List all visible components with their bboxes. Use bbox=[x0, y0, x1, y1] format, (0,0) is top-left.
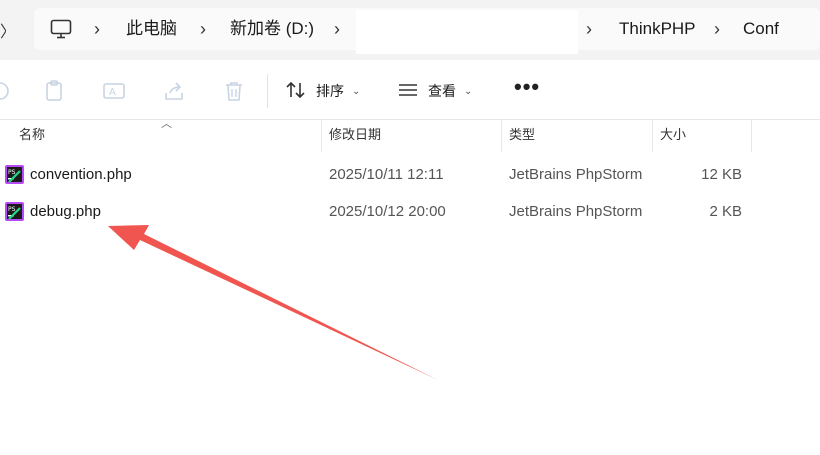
file-name[interactable]: debug.php bbox=[30, 194, 101, 230]
column-divider[interactable] bbox=[321, 120, 322, 152]
share-icon[interactable] bbox=[162, 79, 186, 103]
chevron-right-icon[interactable]: › bbox=[334, 8, 340, 50]
column-header-type[interactable]: 类型 bbox=[509, 120, 535, 152]
column-divider[interactable] bbox=[652, 120, 653, 152]
sort-ascending-icon: ︿ bbox=[161, 118, 172, 130]
paste-icon[interactable] bbox=[42, 79, 66, 103]
svg-text:A: A bbox=[109, 87, 116, 98]
sort-icon bbox=[285, 80, 307, 103]
computer-icon[interactable] bbox=[50, 19, 72, 44]
file-date: 2025/10/12 20:00 bbox=[329, 203, 446, 220]
column-header-name[interactable]: 名称 bbox=[19, 120, 45, 152]
file-size: 12 KB bbox=[701, 166, 742, 183]
column-header-date[interactable]: 修改日期 bbox=[329, 120, 381, 152]
column-header-size[interactable]: 大小 bbox=[660, 120, 686, 152]
file-size: 2 KB bbox=[709, 203, 742, 220]
chevron-right-icon[interactable]: › bbox=[586, 8, 592, 50]
view-list-icon bbox=[397, 81, 419, 102]
chevron-down-icon: ⌄ bbox=[352, 85, 361, 97]
redaction-block bbox=[356, 10, 578, 54]
sort-label: 排序 bbox=[316, 83, 344, 99]
sort-button[interactable]: 排序 ⌄ bbox=[285, 76, 360, 106]
column-divider[interactable] bbox=[751, 120, 752, 152]
command-toolbar: A 排序 ⌄ 查看 ⌄ ••• bbox=[0, 62, 820, 120]
chevron-right-icon[interactable]: › bbox=[200, 8, 206, 50]
chevron-down-icon: ⌄ bbox=[464, 85, 473, 97]
svg-text:PS: PS bbox=[8, 169, 16, 176]
file-date: 2025/10/11 12:11 bbox=[329, 166, 444, 183]
view-button[interactable]: 查看 ⌄ bbox=[397, 76, 472, 106]
file-type: JetBrains PhpStorm bbox=[509, 166, 643, 183]
delete-icon[interactable] bbox=[222, 79, 246, 103]
svg-text:PS: PS bbox=[8, 206, 16, 213]
file-row[interactable]: PS convention.php 2025/10/11 12:11 JetBr… bbox=[0, 157, 820, 193]
chevron-right-icon[interactable]: › bbox=[94, 8, 100, 50]
column-divider[interactable] bbox=[501, 120, 502, 152]
more-options-button[interactable]: ••• bbox=[514, 76, 540, 106]
breadcrumb-thinkphp[interactable]: ThinkPHP bbox=[619, 8, 696, 50]
back-edge-icon: 〉 bbox=[0, 18, 6, 42]
file-row[interactable]: PS debug.php 2025/10/12 20:00 JetBrains … bbox=[0, 194, 820, 230]
address-bar-region: 〉 › 此电脑 › 新加卷 (D:) › › ThinkPHP › Conf bbox=[0, 0, 820, 60]
toolbar-divider bbox=[267, 74, 268, 108]
rename-icon[interactable]: A bbox=[102, 79, 126, 103]
phpstorm-file-icon: PS bbox=[5, 202, 24, 221]
breadcrumb-this-pc[interactable]: 此电脑 bbox=[126, 8, 177, 50]
view-label: 查看 bbox=[428, 83, 456, 99]
breadcrumb-conf[interactable]: Conf bbox=[743, 8, 779, 50]
file-name[interactable]: convention.php bbox=[30, 157, 132, 193]
file-type: JetBrains PhpStorm bbox=[509, 203, 643, 220]
new-item-icon[interactable] bbox=[0, 79, 12, 103]
phpstorm-file-icon: PS bbox=[5, 165, 24, 184]
chevron-right-icon[interactable]: › bbox=[714, 8, 720, 50]
breadcrumb-drive-d[interactable]: 新加卷 (D:) bbox=[230, 8, 314, 50]
